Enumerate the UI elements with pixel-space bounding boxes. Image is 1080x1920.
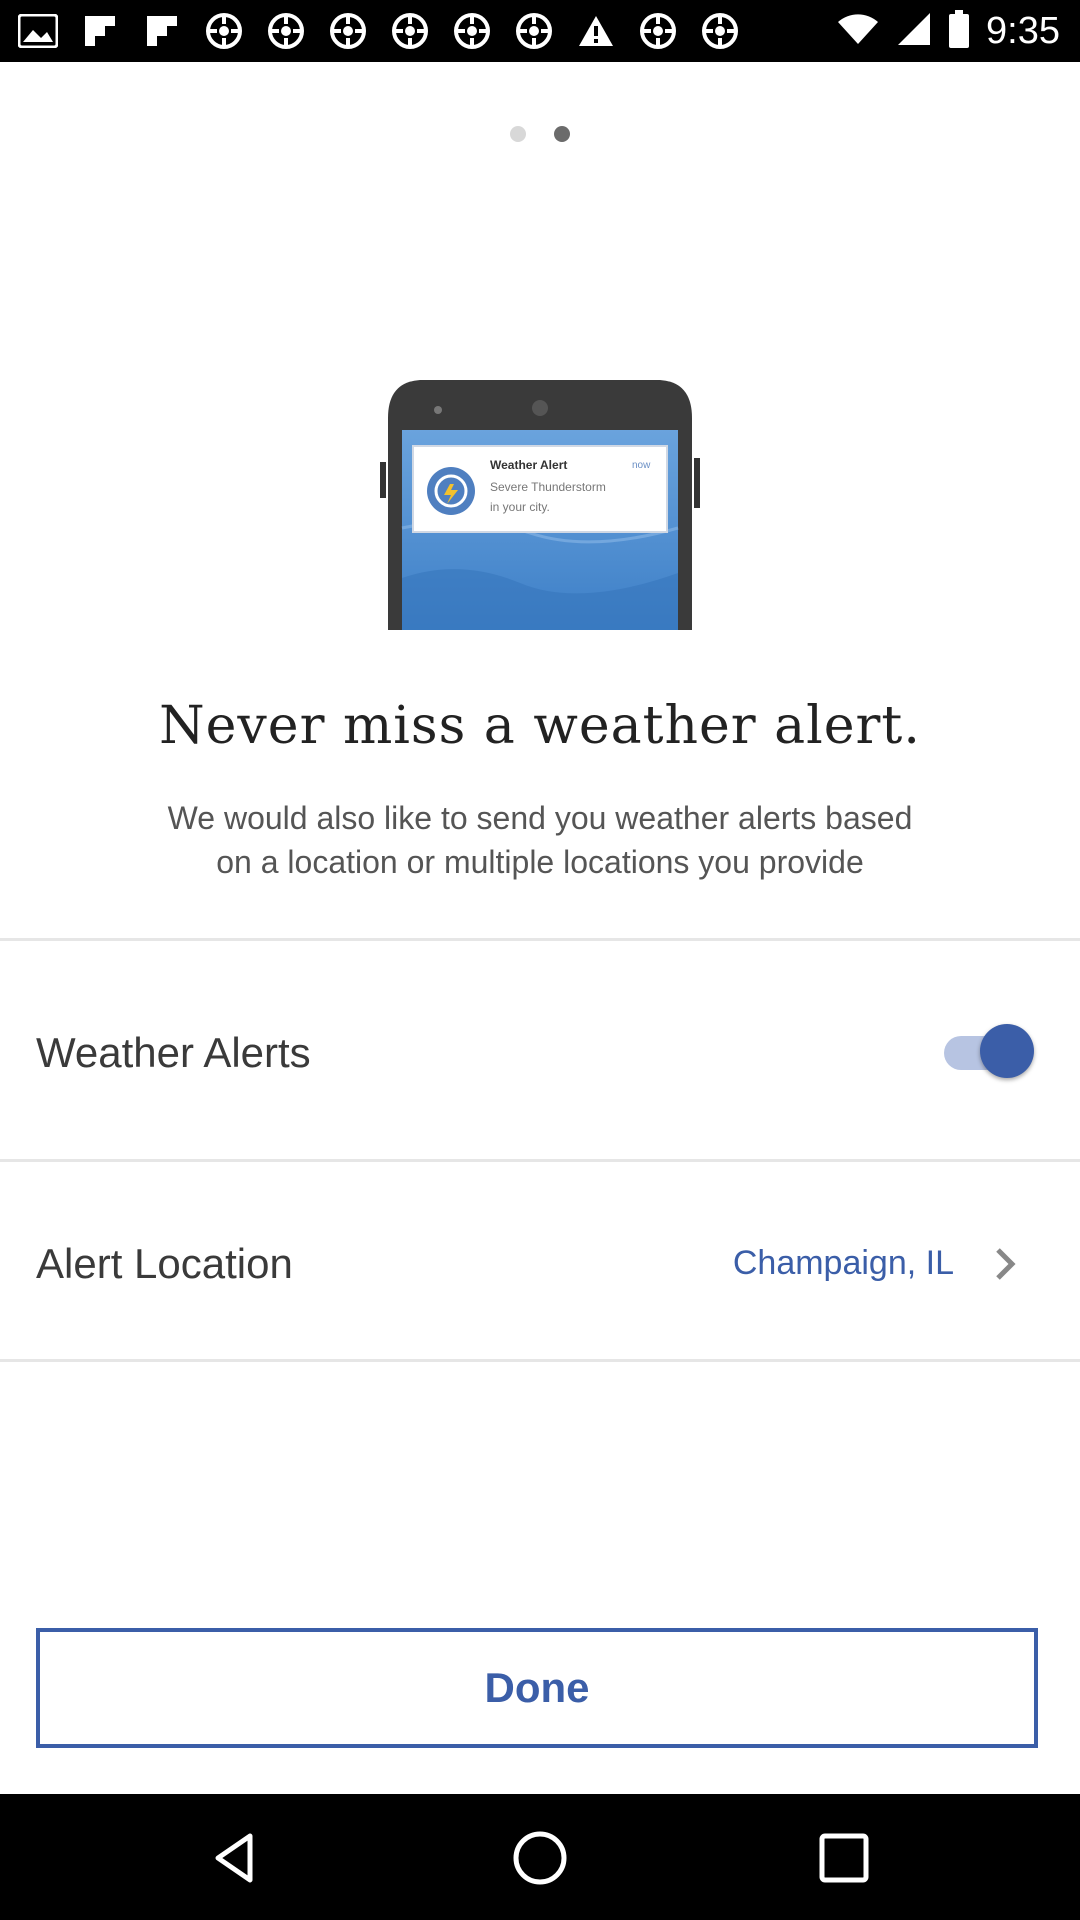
weather-alerts-toggle[interactable]	[944, 1024, 1034, 1078]
notification-icons	[18, 10, 740, 52]
alert-location-value[interactable]: Champaign, IL	[733, 1244, 954, 1283]
notification-time: now	[632, 460, 651, 471]
weather-alerts-label: Weather Alerts	[36, 1029, 311, 1076]
recents-icon[interactable]	[814, 1828, 874, 1888]
settings-wheel-icon	[204, 11, 244, 51]
page-dot-2-active[interactable]	[554, 126, 570, 142]
clock: 9:35	[986, 9, 1060, 52]
done-button[interactable]: Done	[36, 1628, 1038, 1748]
divider	[0, 1359, 1080, 1362]
status-bar: 9:35	[0, 0, 1080, 62]
settings-wheel-icon	[390, 11, 430, 51]
weather-alerts-row[interactable]: Weather Alerts	[0, 941, 1080, 1159]
alert-location-label: Alert Location	[36, 1240, 293, 1287]
notification-body-line2: in your city.	[490, 500, 550, 514]
system-status: 9:35	[836, 6, 1060, 56]
notification-body-line1: Severe Thunderstorm	[490, 480, 606, 494]
page-indicator	[0, 126, 1080, 142]
settings-wheel-icon	[514, 11, 554, 51]
battery-icon	[948, 9, 970, 53]
toggle-thumb	[980, 1024, 1034, 1078]
settings-wheel-icon	[266, 11, 306, 51]
settings-wheel-icon	[638, 11, 678, 51]
navigation-bar	[0, 1794, 1080, 1920]
notification-title: Weather Alert	[490, 458, 568, 472]
gallery-icon	[18, 11, 58, 51]
warning-icon	[576, 11, 616, 51]
description-line-2: on a location or multiple locations you …	[216, 844, 864, 880]
wifi-icon	[836, 12, 880, 51]
phone-illustration: Weather Alert now Severe Thunderstorm in…	[380, 378, 700, 630]
signal-icon	[896, 11, 932, 52]
page-description: We would also like to send you weather a…	[100, 796, 980, 884]
page-title: Never miss a weather alert.	[159, 696, 921, 756]
settings-wheel-icon	[452, 11, 492, 51]
description-line-1: We would also like to send you weather a…	[167, 800, 913, 836]
settings-wheel-icon	[328, 11, 368, 51]
done-button-label: Done	[484, 1664, 590, 1711]
flipboard-icon	[142, 11, 182, 51]
page-dot-1[interactable]	[510, 126, 526, 142]
chevron-right-icon[interactable]	[990, 1244, 1020, 1284]
settings-wheel-icon	[700, 11, 740, 51]
back-icon[interactable]	[206, 1828, 266, 1888]
home-icon[interactable]	[510, 1828, 570, 1888]
flipboard-icon	[80, 11, 120, 51]
